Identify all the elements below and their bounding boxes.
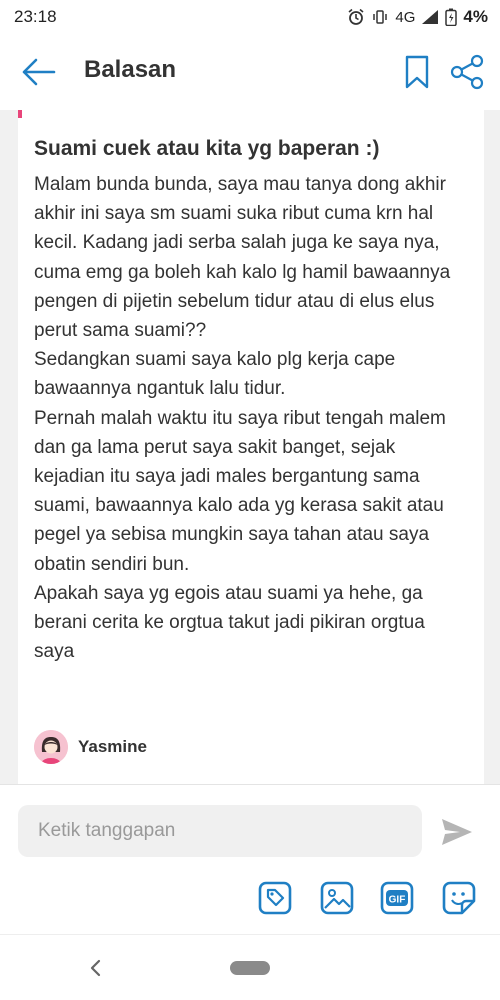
tag-icon <box>258 881 292 915</box>
send-icon <box>442 819 472 845</box>
card-marker <box>18 110 22 118</box>
share-button[interactable] <box>450 54 484 90</box>
image-icon <box>320 881 354 915</box>
post-card: Suami cuek atau kita yg baperan :) Malam… <box>18 110 484 784</box>
svg-text:GIF: GIF <box>389 895 406 906</box>
status-time: 23:18 <box>14 7 57 26</box>
battery-icon <box>445 8 458 26</box>
image-button[interactable] <box>320 881 354 915</box>
post-title: Suami cuek atau kita yg baperan :) <box>34 137 380 160</box>
send-button[interactable] <box>440 817 474 847</box>
nav-back-button[interactable] <box>86 957 106 979</box>
post-paragraph: Malam bunda bunda, saya mau tanya dong a… <box>34 174 451 342</box>
gif-icon: GIF <box>380 881 414 915</box>
bookmark-icon <box>405 55 429 89</box>
post-body: Malam bunda bunda, saya mau tanya dong a… <box>34 170 468 666</box>
avatar-woman-icon <box>34 730 68 764</box>
battery-level: 4% <box>463 7 488 26</box>
reply-area: GIF <box>0 784 500 934</box>
gif-button[interactable]: GIF <box>380 881 414 915</box>
post-paragraph: Pernah malah waktu itu saya ribut tengah… <box>34 407 446 575</box>
app-bar: Balasan <box>0 34 500 110</box>
sticker-icon <box>442 881 476 915</box>
post-paragraph: Apakah saya yg egois atau suami ya hehe,… <box>34 582 425 663</box>
author-name: Yasmine <box>78 737 147 756</box>
status-bar: 23:18 4G 4% <box>0 0 500 34</box>
system-nav-bar <box>0 934 500 1000</box>
tag-button[interactable] <box>258 881 292 915</box>
share-icon <box>450 54 484 90</box>
reply-input[interactable] <box>18 805 422 857</box>
alarm-icon <box>348 8 364 25</box>
page-title: Balasan <box>84 56 177 83</box>
back-button[interactable] <box>20 56 56 88</box>
arrow-left-icon <box>22 58 56 86</box>
author-row[interactable]: Yasmine <box>34 730 147 764</box>
bookmark-button[interactable] <box>404 54 430 90</box>
signal-icon <box>422 10 439 24</box>
nav-home-pill[interactable] <box>230 961 270 975</box>
post-paragraph: Sedangkan suami saya kalo plg kerja cape… <box>34 349 396 400</box>
network-label: 4G <box>395 8 416 26</box>
avatar[interactable] <box>34 730 68 764</box>
vibrate-icon <box>373 10 388 24</box>
chevron-left-icon <box>90 959 101 977</box>
sticker-button[interactable] <box>442 881 476 915</box>
status-icons: 4G 4% <box>347 7 488 27</box>
